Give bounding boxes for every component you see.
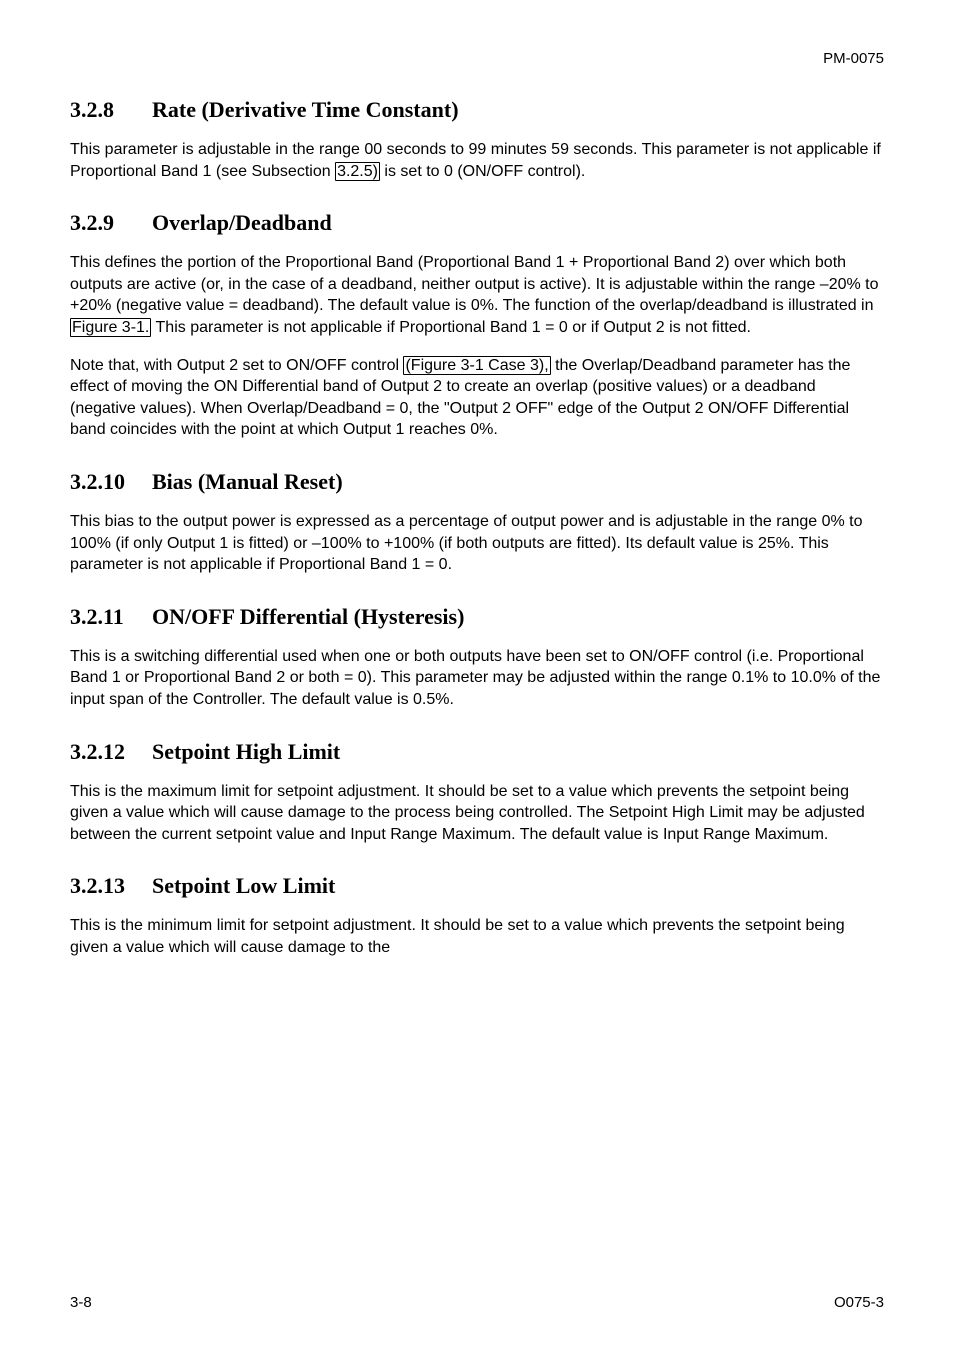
body-paragraph: Note that, with Output 2 set to ON/OFF c… bbox=[70, 355, 884, 441]
section-number: 3.2.11 bbox=[70, 604, 152, 630]
section-heading: 3.2.11ON/OFF Differential (Hysteresis) bbox=[70, 604, 884, 630]
section-title: Setpoint Low Limit bbox=[152, 873, 335, 898]
body-paragraph: This is the minimum limit for setpoint a… bbox=[70, 915, 884, 958]
cross-reference-link[interactable]: (Figure 3-1 Case 3), bbox=[403, 356, 550, 375]
section-title: Rate (Derivative Time Constant) bbox=[152, 97, 459, 122]
section-title: Overlap/Deadband bbox=[152, 210, 332, 235]
section-number: 3.2.8 bbox=[70, 97, 152, 123]
content: 3.2.8Rate (Derivative Time Constant) This… bbox=[70, 97, 884, 958]
section-heading: 3.2.10Bias (Manual Reset) bbox=[70, 469, 884, 495]
section-heading: 3.2.13Setpoint Low Limit bbox=[70, 873, 884, 899]
section-heading: 3.2.8Rate (Derivative Time Constant) bbox=[70, 97, 884, 123]
body-paragraph: This defines the portion of the Proporti… bbox=[70, 252, 884, 338]
page-header-id: PM-0075 bbox=[70, 50, 884, 67]
section-title: Bias (Manual Reset) bbox=[152, 469, 343, 494]
section-heading: 3.2.12Setpoint High Limit bbox=[70, 739, 884, 765]
page-footer: 3-8 O075-3 bbox=[70, 1294, 884, 1311]
body-paragraph: This parameter is adjustable in the rang… bbox=[70, 139, 884, 182]
footer-left: 3-8 bbox=[70, 1294, 92, 1311]
section-number: 3.2.13 bbox=[70, 873, 152, 899]
footer-right: O075-3 bbox=[834, 1294, 884, 1311]
cross-reference-link[interactable]: Figure 3-1. bbox=[70, 318, 151, 337]
body-paragraph: This bias to the output power is express… bbox=[70, 511, 884, 576]
section-heading: 3.2.9Overlap/Deadband bbox=[70, 210, 884, 236]
section-title: ON/OFF Differential (Hysteresis) bbox=[152, 604, 464, 629]
section-title: Setpoint High Limit bbox=[152, 739, 340, 764]
page: PM-0075 3.2.8Rate (Derivative Time Const… bbox=[0, 0, 954, 1351]
section-number: 3.2.9 bbox=[70, 210, 152, 236]
body-paragraph: This is a switching differential used wh… bbox=[70, 646, 884, 711]
section-number: 3.2.10 bbox=[70, 469, 152, 495]
section-number: 3.2.12 bbox=[70, 739, 152, 765]
body-paragraph: This is the maximum limit for setpoint a… bbox=[70, 781, 884, 846]
cross-reference-link[interactable]: 3.2.5) bbox=[335, 162, 380, 181]
